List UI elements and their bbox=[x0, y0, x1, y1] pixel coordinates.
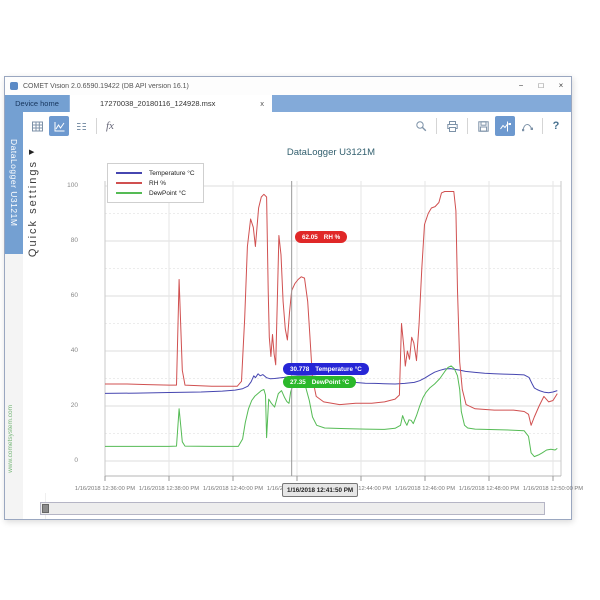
tooltip-temperature: 30.778 Temperature °C bbox=[283, 363, 369, 375]
curve-tool-button[interactable] bbox=[517, 116, 537, 136]
toolbar-separator bbox=[436, 118, 437, 134]
toolbar-separator bbox=[96, 118, 97, 134]
window-title: COMET Vision 2.0.6590.19422 (DB API vers… bbox=[23, 83, 511, 90]
tooltip-dewpoint-value: 27.35 bbox=[290, 379, 306, 386]
x-axis-label: 1/16/2018 12:50:00 PM bbox=[511, 486, 595, 492]
minimize-button[interactable]: − bbox=[511, 77, 531, 95]
title-bar: COMET Vision 2.0.6590.19422 (DB API vers… bbox=[5, 77, 571, 96]
legend-swatch-dewpoint bbox=[116, 192, 142, 194]
toolbar-separator bbox=[467, 118, 468, 134]
y-axis-label: 60 bbox=[45, 292, 78, 299]
print-button[interactable] bbox=[442, 116, 462, 136]
graph-view-button[interactable] bbox=[49, 116, 69, 136]
tooltip-rh: 62.05 RH % bbox=[295, 231, 347, 243]
tab-strip-filler bbox=[272, 95, 571, 112]
app-icon bbox=[10, 82, 18, 90]
table-view-button[interactable] bbox=[27, 116, 47, 136]
save-icon bbox=[477, 120, 490, 133]
y-axis-label: 100 bbox=[45, 182, 78, 189]
statistics-view-button[interactable] bbox=[71, 116, 91, 136]
curve-tool-icon bbox=[521, 120, 534, 133]
legend-swatch-rh bbox=[116, 182, 142, 184]
quick-settings-label: Quick settings bbox=[27, 160, 39, 257]
plot-canvas[interactable] bbox=[101, 181, 563, 483]
close-button[interactable]: × bbox=[551, 77, 571, 95]
y-axis-label: 80 bbox=[45, 237, 78, 244]
legend-label: RH % bbox=[149, 180, 166, 187]
tab-strip: Device home 17270038_20180116_124928.msx… bbox=[5, 95, 571, 112]
quick-settings-panel[interactable]: ▶ Quick settings bbox=[23, 140, 46, 519]
legend-item: DewPoint °C bbox=[116, 188, 195, 198]
magnifier-icon bbox=[415, 120, 428, 133]
help-button[interactable]: ? bbox=[547, 120, 565, 132]
tooltip-rh-label: RH % bbox=[324, 234, 340, 241]
tab-device-home[interactable]: Device home bbox=[5, 95, 70, 112]
chart-legend: Temperature °C RH % DewPoint °C bbox=[107, 163, 204, 203]
toolbar-separator bbox=[542, 118, 543, 134]
tooltip-dewpoint-label: DewPoint °C bbox=[312, 379, 350, 386]
tooltip-temperature-label: Temperature °C bbox=[315, 366, 362, 373]
sidebar-item-datalogger[interactable]: DataLogger U3121M bbox=[5, 112, 23, 254]
cursor-values-button[interactable] bbox=[495, 116, 515, 136]
printer-icon bbox=[446, 120, 459, 133]
maximize-button[interactable]: □ bbox=[531, 77, 551, 95]
left-rail: DataLogger U3121M www.cometsystem.com bbox=[5, 112, 24, 519]
legend-item: RH % bbox=[116, 178, 195, 188]
tooltip-temperature-value: 30.778 bbox=[290, 366, 309, 373]
toolbar: fx ? bbox=[23, 112, 571, 141]
cursor-values-icon bbox=[499, 120, 512, 133]
tab-document[interactable]: 17270038_20180116_124928.msx x bbox=[70, 95, 272, 112]
statistics-icon bbox=[75, 120, 88, 133]
time-range-scrollbar[interactable] bbox=[40, 502, 545, 515]
y-axis-label: 40 bbox=[45, 347, 78, 354]
tooltip-dewpoint: 27.35 DewPoint °C bbox=[283, 376, 356, 388]
chart-area: DataLogger U3121M Temperature °C RH % De… bbox=[45, 140, 571, 493]
graph-icon bbox=[53, 120, 66, 133]
chart-title: DataLogger U3121M bbox=[101, 147, 561, 158]
scrollbar-handle[interactable] bbox=[42, 504, 49, 513]
table-icon bbox=[31, 120, 44, 133]
tab-document-label: 17270038_20180116_124928.msx bbox=[100, 99, 215, 108]
y-axis-label: 0 bbox=[45, 457, 78, 464]
tooltip-rh-value: 62.05 bbox=[302, 234, 318, 241]
tab-close-icon[interactable]: x bbox=[260, 99, 264, 108]
zoom-button[interactable] bbox=[411, 116, 431, 136]
legend-swatch-temperature bbox=[116, 172, 142, 174]
y-axis-label: 20 bbox=[45, 402, 78, 409]
watermark-text: www.cometsystem.com bbox=[7, 405, 14, 473]
legend-item: Temperature °C bbox=[116, 168, 195, 178]
expand-arrow-icon[interactable]: ▶ bbox=[29, 148, 34, 156]
legend-label: Temperature °C bbox=[149, 170, 195, 177]
export-button[interactable] bbox=[473, 116, 493, 136]
function-button[interactable]: fx bbox=[106, 120, 114, 132]
cursor-time-tooltip: 1/16/2018 12:41:50 PM bbox=[282, 483, 358, 497]
app-window: COMET Vision 2.0.6590.19422 (DB API vers… bbox=[4, 76, 572, 520]
legend-label: DewPoint °C bbox=[149, 190, 186, 197]
